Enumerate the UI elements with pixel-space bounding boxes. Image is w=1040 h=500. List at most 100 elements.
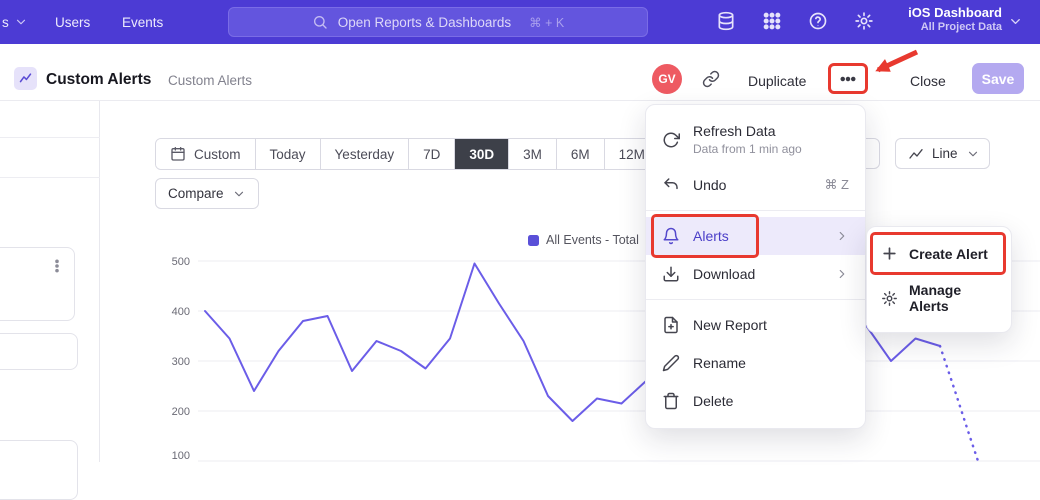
range-6m[interactable]: 6M [557,139,605,169]
project-selector[interactable]: iOS Dashboard All Project Data [898,5,1002,35]
menu-divider [646,299,865,300]
save-button[interactable]: Save [972,63,1024,94]
alerts-submenu: Create Alert Manage Alerts [866,226,1012,333]
chart-type-button[interactable]: Line [895,138,990,169]
context-menu: Refresh Data Data from 1 min ago Undo ⌘ … [645,104,866,429]
menu-item-download[interactable]: Download [646,255,865,293]
duplicate-button[interactable]: Duplicate [748,73,806,89]
menu-item-shortcut: ⌘ Z [824,177,849,193]
menu-item-label: Alerts [693,228,729,244]
calendar-icon [170,146,186,162]
undo-icon [662,176,680,194]
y-tick-label: 500 [172,256,190,268]
menu-item-label: New Report [693,317,767,333]
sidebar-card[interactable] [0,247,75,321]
range-30d-selected[interactable]: 30D [455,139,509,169]
range-label: Yesterday [335,147,395,162]
submenu-item-create-alert[interactable]: Create Alert [867,235,1011,272]
pencil-icon [662,354,680,372]
range-label: 3M [523,147,542,162]
chart-type-label: Line [932,146,958,161]
kebab-menu-icon[interactable] [49,258,65,274]
avatar[interactable]: GV [652,64,682,94]
new-report-icon [662,316,680,334]
menu-item-label: Undo [693,177,726,193]
report-header: Custom Alerts Custom Alerts GV Duplicate… [0,44,1040,101]
compare-button[interactable]: Compare [155,178,259,209]
submenu-item-manage-alerts[interactable]: Manage Alerts [867,272,1011,324]
range-label: 12M [619,147,645,162]
chevron-down-icon [1008,14,1023,29]
menu-divider [646,210,865,211]
trash-icon [662,392,680,410]
top-navigation-bar: s Users Events Open Reports & Dashboards… [0,0,1040,44]
search-placeholder: Open Reports & Dashboards [338,15,511,30]
nav-item-users-label: Users [55,15,90,30]
date-range-control: Custom Today Yesterday 7D 30D 3M 6M 12M [155,138,660,170]
range-label: Custom [194,147,241,162]
settings-gear-icon[interactable] [854,11,876,33]
close-button[interactable]: Close [910,73,946,89]
range-label: 7D [423,147,440,162]
copy-link-icon[interactable] [702,70,720,88]
page-title: Custom Alerts [46,71,151,89]
submenu-item-label: Manage Alerts [909,282,997,314]
sidebar-card[interactable] [0,333,78,370]
menu-item-undo[interactable]: Undo ⌘ Z [646,166,865,204]
y-tick-label: 200 [172,406,190,418]
menu-item-alerts[interactable]: Alerts [646,217,865,255]
y-tick-label: 100 [172,450,190,462]
menu-item-label: Rename [693,355,746,371]
global-search-input[interactable]: Open Reports & Dashboards ⌘ + K [228,7,648,37]
menu-item-label: Delete [693,393,733,409]
range-label: Today [270,147,306,162]
range-label: 6M [571,147,590,162]
menu-item-new-report[interactable]: New Report [646,306,865,344]
range-7d[interactable]: 7D [409,139,455,169]
nav-item-events[interactable]: Events [122,0,163,44]
range-label: 30D [469,147,494,162]
range-custom[interactable]: Custom [156,139,256,169]
legend-swatch [528,235,539,246]
chevron-down-icon [966,147,980,161]
left-sidebar [0,101,100,462]
menu-item-rename[interactable]: Rename [646,344,865,382]
legend-label: All Events - Total [546,233,639,247]
chevron-down-icon [232,187,246,201]
menu-item-label: Download [693,266,755,282]
refresh-icon [662,131,680,149]
gear-icon [881,290,898,307]
apps-grid-icon[interactable] [762,11,784,33]
menu-item-refresh-data[interactable]: Refresh Data Data from 1 min ago [646,113,865,166]
plus-icon [881,245,898,262]
submenu-item-label: Create Alert [909,246,988,262]
report-chart-icon [14,67,37,90]
nav-item-partial[interactable]: s [0,0,28,44]
menu-item-delete[interactable]: Delete [646,382,865,420]
menu-item-label: Refresh Data [693,123,802,139]
line-chart-icon [908,146,924,162]
range-yesterday[interactable]: Yesterday [321,139,410,169]
search-icon [312,14,328,30]
chart-projection [940,346,978,461]
sidebar-divider [0,137,100,138]
compare-label: Compare [168,186,224,201]
range-3m[interactable]: 3M [509,139,557,169]
download-icon [662,265,680,283]
menu-item-sublabel: Data from 1 min ago [693,142,802,156]
chevron-right-icon [835,229,849,243]
bell-icon [662,227,680,245]
project-subtitle: All Project Data [898,21,1002,35]
nav-item-users[interactable]: Users [55,0,90,44]
sidebar-card[interactable] [0,440,78,500]
y-tick-label: 300 [172,356,190,368]
data-management-icon[interactable] [716,11,738,33]
breadcrumb[interactable]: Custom Alerts [168,73,252,88]
sidebar-divider [0,177,100,178]
range-today[interactable]: Today [256,139,321,169]
nav-item-events-label: Events [122,15,163,30]
project-title: iOS Dashboard [898,5,1002,21]
chevron-down-icon [14,15,28,29]
more-options-button[interactable] [828,63,868,94]
nav-item-partial-label: s [2,15,9,30]
